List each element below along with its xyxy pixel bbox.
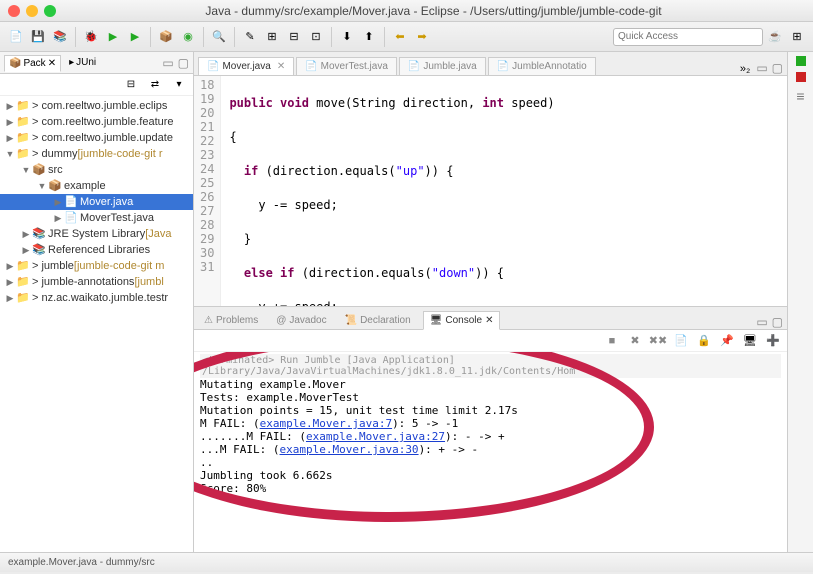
more-tabs-chevron[interactable]: »₂ bbox=[736, 63, 754, 75]
next-annotation-button[interactable]: ⬇ bbox=[337, 27, 357, 47]
link-editor-icon[interactable]: ⇄ bbox=[145, 75, 165, 95]
package-explorer: 📦 Pack ✕ ▸ JUni ▭ ▢ ⊟ ⇄ ▾ ▶📁> com.reeltwo… bbox=[0, 52, 194, 552]
package-explorer-tab[interactable]: 📦 Pack ✕ bbox=[4, 55, 61, 72]
project-tree[interactable]: ▶📁> com.reeltwo.jumble.eclips ▶📁> com.re… bbox=[0, 96, 193, 552]
open-perspective-button[interactable]: ⊞ bbox=[787, 27, 807, 47]
code-content[interactable]: public void move(String direction, int s… bbox=[221, 76, 562, 306]
remove-all-launches-icon[interactable]: ✖✖ bbox=[648, 331, 668, 351]
coverage-indicator[interactable]: ≡ bbox=[796, 88, 804, 104]
format-button[interactable]: ⊞ bbox=[262, 27, 282, 47]
editor-tab-movertest[interactable]: 📄 MoverTest.java bbox=[296, 57, 397, 75]
save-button[interactable]: 💾 bbox=[28, 27, 48, 47]
status-bar: example.Mover.java - dummy/src bbox=[0, 552, 813, 572]
prev-annotation-button[interactable]: ⬆ bbox=[359, 27, 379, 47]
stop-indicator[interactable] bbox=[796, 72, 806, 82]
open-type-button[interactable]: 🔍 bbox=[209, 27, 229, 47]
bottom-view-tabs: ⚠ Problems @ Javadoc 📜 Declaration 🖥 Con… bbox=[194, 306, 787, 330]
pin-console-icon[interactable]: 📌 bbox=[717, 331, 737, 351]
console-header: <terminated> Run Jumble [Java Applicatio… bbox=[200, 354, 781, 378]
java-perspective-button[interactable]: ☕ bbox=[765, 27, 785, 47]
editor-tabs: 📄 Mover.java✕ 📄 MoverTest.java 📄 Jumble.… bbox=[194, 52, 787, 76]
toggle-comment-button[interactable]: ✎ bbox=[240, 27, 260, 47]
console-link[interactable]: example.Mover.java:30 bbox=[279, 443, 418, 456]
display-console-icon[interactable]: 🖥 bbox=[740, 331, 760, 351]
forward-button[interactable]: ➡ bbox=[412, 27, 432, 47]
status-text: example.Mover.java - dummy/src bbox=[8, 557, 155, 568]
main-toolbar: 📄 💾 📚 🐞 ▶ ▶ 📦 ◉ 🔍 ✎ ⊞ ⊟ ⊡ ⬇ ⬆ ⬅ ➡ ☕ ⊞ bbox=[0, 22, 813, 52]
minimize-view-icon[interactable]: ▭ bbox=[162, 56, 173, 70]
editor-tab-jumbleanno[interactable]: 📄 JumbleAnnotatio bbox=[488, 57, 596, 75]
view-menu-icon[interactable]: ▾ bbox=[169, 75, 189, 95]
run-external-button[interactable]: ▶ bbox=[125, 27, 145, 47]
maximize-console-icon[interactable]: ▢ bbox=[772, 315, 783, 329]
new-package-button[interactable]: 📦 bbox=[156, 27, 176, 47]
trim-stack: ≡ bbox=[787, 52, 813, 552]
outdent-button[interactable]: ⊡ bbox=[306, 27, 326, 47]
declaration-tab[interactable]: 📜 Declaration bbox=[339, 312, 417, 329]
open-console-icon[interactable]: ➕ bbox=[763, 331, 783, 351]
close-window-button[interactable] bbox=[8, 5, 20, 17]
console-link[interactable]: example.Mover.java:27 bbox=[306, 430, 445, 443]
javadoc-tab[interactable]: @ Javadoc bbox=[270, 312, 332, 329]
new-button[interactable]: 📄 bbox=[6, 27, 26, 47]
minimize-console-icon[interactable]: ▭ bbox=[756, 315, 767, 329]
junit-tab[interactable]: ▸ JUni bbox=[65, 55, 100, 70]
back-button[interactable]: ⬅ bbox=[390, 27, 410, 47]
remove-launch-icon[interactable]: ✖ bbox=[625, 331, 645, 351]
maximize-editor-icon[interactable]: ▢ bbox=[772, 61, 783, 75]
console-output[interactable]: <terminated> Run Jumble [Java Applicatio… bbox=[194, 352, 787, 552]
window-title: Java - dummy/src/example/Mover.java - Ec… bbox=[62, 4, 805, 18]
code-editor[interactable]: 1819202122232425262728293031 public void… bbox=[194, 76, 787, 306]
minimize-editor-icon[interactable]: ▭ bbox=[756, 61, 767, 75]
save-all-button[interactable]: 📚 bbox=[50, 27, 70, 47]
run-indicator[interactable] bbox=[796, 56, 806, 66]
quick-access-input[interactable] bbox=[613, 28, 763, 46]
terminate-icon[interactable]: ■ bbox=[602, 331, 622, 351]
bug-button[interactable]: 🐞 bbox=[81, 27, 101, 47]
console-toolbar: ■ ✖ ✖✖ 📄 🔒 📌 🖥 ➕ bbox=[194, 330, 787, 352]
collapse-all-icon[interactable]: ⊟ bbox=[121, 75, 141, 95]
close-tab-icon[interactable]: ✕ bbox=[277, 61, 285, 72]
run-button[interactable]: ▶ bbox=[103, 27, 123, 47]
line-gutter: 1819202122232425262728293031 bbox=[194, 76, 221, 306]
problems-tab[interactable]: ⚠ Problems bbox=[198, 312, 264, 329]
scroll-lock-icon[interactable]: 🔒 bbox=[694, 331, 714, 351]
console-tab[interactable]: 🖥 Console ✕ bbox=[423, 311, 501, 330]
title-bar: Java - dummy/src/example/Mover.java - Ec… bbox=[0, 0, 813, 22]
console-link[interactable]: example.Mover.java:7 bbox=[260, 417, 392, 430]
maximize-view-icon[interactable]: ▢ bbox=[178, 56, 189, 70]
indent-button[interactable]: ⊟ bbox=[284, 27, 304, 47]
editor-tab-jumble[interactable]: 📄 Jumble.java bbox=[399, 57, 486, 75]
selected-file: ▶📄Mover.java bbox=[0, 194, 193, 210]
zoom-window-button[interactable] bbox=[44, 5, 56, 17]
minimize-window-button[interactable] bbox=[26, 5, 38, 17]
new-class-button[interactable]: ◉ bbox=[178, 27, 198, 47]
editor-tab-mover[interactable]: 📄 Mover.java✕ bbox=[198, 57, 294, 75]
clear-console-icon[interactable]: 📄 bbox=[671, 331, 691, 351]
